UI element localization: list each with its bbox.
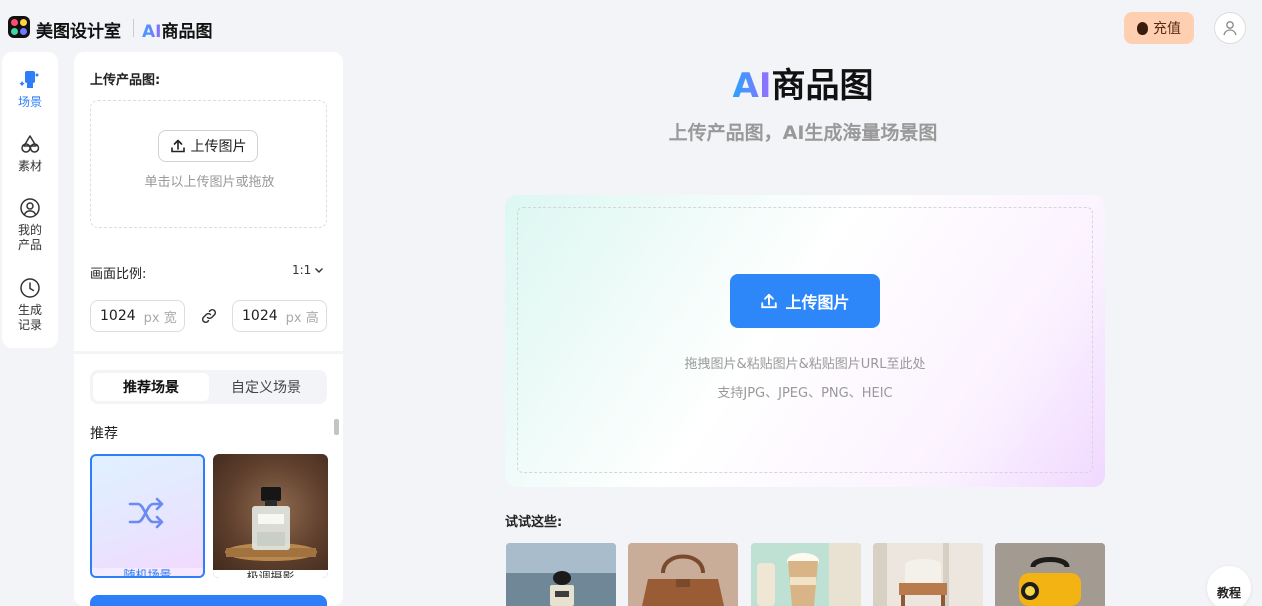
height-value: 1024: [242, 308, 278, 324]
generate-button[interactable]: [90, 595, 327, 606]
tab-custom-scene[interactable]: 自定义场景: [208, 373, 324, 401]
example-bag-photo: [628, 543, 738, 606]
upload-hint: 单击以上传图片或拖放: [144, 175, 275, 190]
upload-icon: [761, 293, 778, 309]
example-thumb-drink[interactable]: [751, 543, 861, 606]
ratio-label: 画面比例:: [90, 267, 147, 282]
panel-scrollbar[interactable]: [334, 419, 339, 435]
page-title-text: 商品图: [771, 66, 874, 106]
scene-card-random-label: 随机场景: [92, 568, 203, 576]
height-input[interactable]: 1024 px 高: [232, 300, 327, 332]
product-dropzone[interactable]: 上传图片 单击以上传图片或拖放: [90, 100, 327, 228]
perfume-photo: [225, 487, 317, 561]
example-thumb-perfume[interactable]: [506, 543, 616, 606]
width-unit: px 宽: [143, 310, 177, 326]
main-upload-area[interactable]: 上传图片 拖拽图片&粘贴图片&粘贴图片URL至此处 支持JPG、JPEG、PNG…: [505, 195, 1105, 487]
scene-card-photo-label: 极调摄影: [213, 570, 328, 578]
scene-tabs: 推荐场景 自定义场景: [90, 370, 327, 404]
main-upload-label: 上传图片: [785, 293, 850, 312]
upload-icon: [170, 139, 185, 153]
example-thumb-chair[interactable]: [873, 543, 983, 606]
brand-name[interactable]: 美图设计室: [36, 17, 121, 42]
upload-button-label: 上传图片: [190, 139, 247, 155]
product-name: AI商品图: [142, 17, 212, 42]
example-drink-photo: [751, 543, 861, 606]
tutorial-button[interactable]: 教程: [1207, 566, 1251, 606]
height-unit: px 高: [285, 310, 319, 326]
example-thumb-flashlight[interactable]: [995, 543, 1105, 606]
product-name-text: 商品图: [161, 22, 213, 42]
nav-item-material[interactable]: 素材: [2, 132, 58, 174]
avatar[interactable]: [1214, 12, 1246, 44]
panel-divider: [74, 351, 343, 354]
page-title: AI商品图: [0, 58, 1262, 107]
material-icon: [18, 132, 42, 156]
meitu-logo-icon[interactable]: [8, 16, 30, 38]
nav-label-material: 素材: [17, 159, 42, 173]
width-input[interactable]: 1024 px 宽: [90, 300, 185, 332]
example-perfume-photo: [506, 543, 616, 606]
recommended-section-label: 推荐: [90, 426, 118, 442]
example-chair-photo: [873, 543, 983, 606]
upload-image-button[interactable]: 上传图片: [158, 130, 258, 162]
main-dropzone[interactable]: [517, 207, 1093, 473]
drop-hint: 拖拽图片&粘贴图片&粘贴图片URL至此处: [684, 357, 926, 372]
main-upload-button[interactable]: 上传图片: [730, 274, 880, 328]
nav-item-my-product[interactable]: 我的 产品: [2, 196, 58, 253]
formats-hint: 支持JPG、JPEG、PNG、HEIC: [717, 386, 893, 401]
history-icon: [18, 276, 42, 300]
scene-card-random[interactable]: 随机场景: [90, 454, 205, 578]
bean-icon: [1137, 21, 1148, 35]
shuffle-icon: [128, 497, 164, 529]
example-thumb-bag[interactable]: [628, 543, 738, 606]
page-subtitle: 上传产品图，AI生成海量场景图: [668, 122, 938, 144]
user-icon: [1223, 21, 1237, 36]
nav-label-my-product: 我的 产品: [17, 223, 42, 252]
nav-item-history[interactable]: 生成 记录: [2, 276, 58, 333]
top-header: 美图设计室 AI商品图 充值: [0, 0, 1262, 52]
my-product-icon: [18, 196, 42, 220]
ratio-select[interactable]: 1:1: [292, 263, 324, 277]
ratio-value: 1:1: [292, 263, 312, 277]
tab-recommended-scene[interactable]: 推荐场景: [93, 373, 209, 401]
try-these-label: 试试这些:: [505, 515, 563, 530]
link-ratio-icon[interactable]: [199, 306, 219, 326]
width-value: 1024: [100, 308, 136, 324]
page-title-prefix: AI: [732, 66, 772, 106]
product-prefix: AI: [142, 22, 162, 42]
header-divider: [133, 19, 134, 37]
scene-card-photo[interactable]: 极调摄影: [213, 454, 328, 578]
chevron-down-icon: [315, 268, 324, 273]
settings-panel: 上传产品图: 上传图片 单击以上传图片或拖放 画面比例: 1:1 1024 px…: [74, 52, 343, 606]
example-flashlight-photo: [995, 543, 1105, 606]
nav-label-history: 生成 记录: [17, 303, 42, 332]
recharge-button[interactable]: 充值: [1124, 12, 1194, 44]
recharge-label: 充值: [1153, 21, 1181, 37]
